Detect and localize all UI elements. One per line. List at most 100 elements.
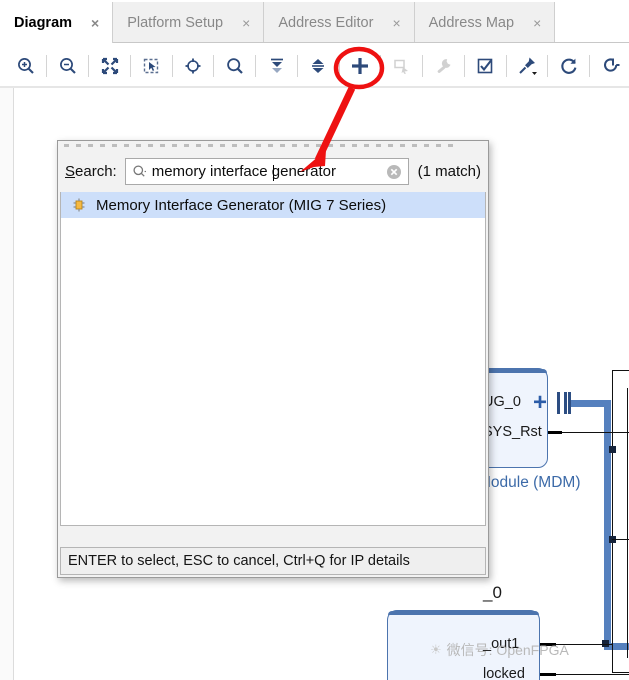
toolbar-separator bbox=[589, 54, 591, 77]
zoom-in-icon bbox=[18, 57, 34, 74]
search-label-mnemonic: S bbox=[65, 162, 76, 180]
wechat-icon: ☀ bbox=[430, 642, 442, 657]
toolbar-separator bbox=[422, 54, 424, 77]
search-label-rest: earch: bbox=[75, 162, 117, 180]
ip-result-label: Memory Interface Generator (MIG 7 Series… bbox=[96, 196, 387, 214]
wire-segment bbox=[612, 672, 629, 673]
toolbar-separator bbox=[547, 54, 549, 77]
tab-label: Address Editor bbox=[278, 14, 374, 31]
ip-core-icon bbox=[73, 198, 85, 212]
pin-icon bbox=[519, 57, 538, 75]
add-module-button[interactable] bbox=[386, 51, 417, 81]
tab-label: Diagram bbox=[14, 14, 73, 31]
zoom-in-button[interactable] bbox=[11, 51, 42, 81]
tab-close-icon[interactable]: × bbox=[530, 14, 544, 32]
ip-result-row[interactable]: Memory Interface Generator (MIG 7 Series… bbox=[61, 192, 485, 218]
vivado-block-design-window: Diagram × Platform Setup × Address Edito… bbox=[0, 0, 629, 680]
add-module-icon bbox=[394, 59, 408, 74]
toolbar-separator bbox=[463, 54, 465, 77]
port-pin bbox=[548, 431, 562, 434]
toolbar-separator bbox=[296, 54, 298, 77]
tab-platform-setup[interactable]: Platform Setup × bbox=[113, 2, 265, 43]
wire-segment bbox=[612, 370, 629, 371]
tab-close-icon[interactable]: × bbox=[389, 14, 403, 32]
add-ip-button[interactable] bbox=[345, 51, 376, 81]
tab-diagram[interactable]: Diagram × bbox=[0, 2, 114, 43]
wire-segment bbox=[627, 388, 628, 658]
ip-search-dialog[interactable]: Search: memory interface generator (1 ma… bbox=[57, 140, 489, 578]
zoom-fit-button[interactable] bbox=[94, 51, 125, 81]
tab-label: Platform Setup bbox=[127, 14, 224, 31]
clk-wiz-port-locked: locked bbox=[483, 666, 525, 680]
toolbar-separator bbox=[213, 54, 215, 77]
tab-close-icon[interactable]: × bbox=[239, 14, 253, 32]
zoom-out-button[interactable] bbox=[52, 51, 83, 81]
expand-all-icon bbox=[312, 58, 325, 73]
validate-design-button[interactable] bbox=[470, 51, 501, 81]
toolbar-separator bbox=[129, 54, 131, 77]
canvas-left-ruler bbox=[0, 88, 14, 680]
optimize-routing-icon bbox=[603, 57, 620, 72]
toolbar-separator bbox=[88, 54, 90, 77]
refresh-icon bbox=[561, 58, 577, 74]
toolbar-separator bbox=[338, 54, 340, 77]
dialog-status-bar: ENTER to select, ESC to cancel, Ctrl+Q f… bbox=[60, 547, 486, 575]
block-mdm-caption: Module (MDM) bbox=[478, 474, 581, 491]
watermark: ☀ 微信号: OpenFPGA bbox=[430, 640, 569, 660]
text-caret bbox=[272, 164, 274, 181]
zoom-out-icon bbox=[59, 57, 76, 74]
clk-wiz-label-above: _0 bbox=[483, 583, 502, 602]
wire-segment bbox=[562, 432, 629, 433]
tab-address-map[interactable]: Address Map × bbox=[414, 2, 556, 43]
search-row: Search: memory interface generator (1 ma… bbox=[58, 150, 488, 192]
center-target-icon bbox=[185, 58, 201, 73]
optimize-routing-button[interactable] bbox=[595, 51, 626, 81]
pin-button[interactable] bbox=[512, 51, 543, 81]
block-header bbox=[388, 611, 539, 615]
search-input[interactable]: memory interface generator bbox=[124, 157, 409, 185]
search-label: Search: bbox=[65, 163, 117, 180]
mdm-expand-plus[interactable]: + bbox=[533, 391, 547, 415]
diagram-toolbar bbox=[0, 43, 629, 88]
watermark-text: 微信号: OpenFPGA bbox=[446, 642, 569, 658]
tab-bar-filler bbox=[555, 2, 629, 43]
toolbar-separator bbox=[380, 54, 382, 77]
tab-label: Address Map bbox=[428, 14, 515, 31]
validate-design-icon bbox=[478, 58, 493, 73]
zoom-to-selection-button[interactable] bbox=[178, 51, 209, 81]
port-pin bbox=[540, 673, 556, 676]
select-area-icon bbox=[144, 58, 159, 73]
toolbar-separator bbox=[505, 54, 507, 77]
select-area-button[interactable] bbox=[136, 51, 167, 81]
add-ip-icon bbox=[352, 57, 369, 74]
zoom-fit-icon bbox=[101, 57, 118, 74]
clear-icon[interactable] bbox=[386, 164, 402, 180]
tab-close-icon[interactable]: × bbox=[88, 14, 102, 32]
wire-segment bbox=[612, 370, 613, 672]
dialog-drag-grip[interactable] bbox=[58, 141, 488, 150]
match-count-label: (1 match) bbox=[417, 162, 481, 180]
wire-segment bbox=[612, 539, 629, 540]
toolbar-separator bbox=[46, 54, 48, 77]
ip-results-list[interactable]: Memory Interface Generator (MIG 7 Series… bbox=[60, 192, 486, 526]
run-connection-automation-button[interactable] bbox=[428, 51, 459, 81]
toolbar-separator bbox=[171, 54, 173, 77]
regenerate-layout-button[interactable] bbox=[553, 51, 584, 81]
mdm-bus-stub-mid bbox=[564, 392, 567, 414]
bus-segment bbox=[604, 400, 611, 650]
search-input-value: memory interface generator bbox=[151, 162, 336, 180]
collapse-all-icon bbox=[270, 58, 283, 73]
expand-all-button[interactable] bbox=[303, 51, 334, 81]
search-icon bbox=[133, 164, 146, 177]
collapse-all-button[interactable] bbox=[261, 51, 292, 81]
wire-segment bbox=[556, 674, 629, 675]
search-button[interactable] bbox=[219, 51, 250, 81]
run-connection-automation-icon bbox=[437, 58, 451, 73]
tab-address-editor[interactable]: Address Editor × bbox=[264, 2, 415, 43]
toolbar-separator bbox=[255, 54, 257, 77]
tab-bar: Diagram × Platform Setup × Address Edito… bbox=[0, 0, 629, 43]
mdm-port-sys-rst: SYS_Rst bbox=[483, 424, 542, 440]
wire-junction bbox=[609, 446, 616, 453]
search-icon bbox=[227, 57, 243, 74]
dialog-status-text: ENTER to select, ESC to cancel, Ctrl+Q f… bbox=[68, 553, 410, 569]
